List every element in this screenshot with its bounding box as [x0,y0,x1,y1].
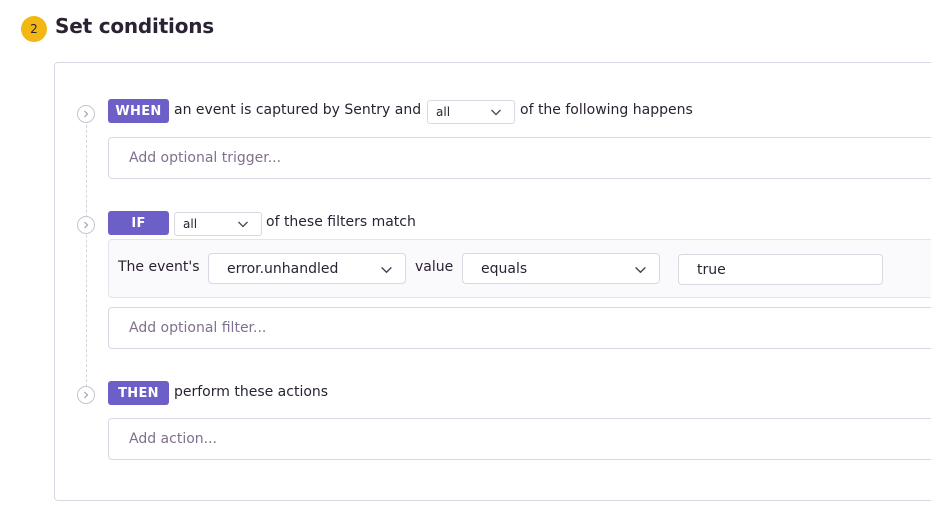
add-action-select[interactable]: Add action... [108,418,931,460]
filter-attribute-select[interactable]: error.unhandled [208,253,406,284]
add-filter-select[interactable]: Add optional filter... [108,307,931,349]
filter-attribute-value: error.unhandled [227,260,339,277]
filter-value-label: value [415,259,454,275]
filter-label: The event's [118,259,200,275]
chevron-down-icon [635,266,646,274]
filter-operator-value: equals [481,260,528,277]
then-description: perform these actions [174,384,329,400]
chevron-down-icon [381,266,392,274]
when-tag: WHEN [108,99,169,123]
chevron-down-icon [491,109,501,116]
chevron-down-icon [238,221,248,228]
when-description-suffix: of the following happens [520,102,693,118]
if-match-select[interactable]: all [174,212,262,236]
add-trigger-placeholder: Add optional trigger... [129,150,282,166]
chevron-right-circle-icon [77,216,95,234]
add-action-placeholder: Add action... [129,431,217,447]
chevron-right-circle-icon [77,105,95,123]
then-tag: THEN [108,381,169,405]
filter-value-input[interactable]: true [678,254,883,285]
add-filter-placeholder: Add optional filter... [129,320,267,336]
add-trigger-select[interactable]: Add optional trigger... [108,137,931,179]
if-tag: IF [108,211,169,235]
filter-operator-select[interactable]: equals [462,253,660,284]
when-description: an event is captured by Sentry and [174,102,422,118]
section-title: Set conditions [55,14,214,38]
if-description: of these filters match [266,214,416,230]
timeline-connector [86,120,87,392]
when-match-select[interactable]: all [427,100,515,124]
if-match-value: all [183,217,198,231]
step-number-badge: 2 [21,16,47,42]
chevron-right-circle-icon [77,386,95,404]
when-match-value: all [436,105,451,119]
